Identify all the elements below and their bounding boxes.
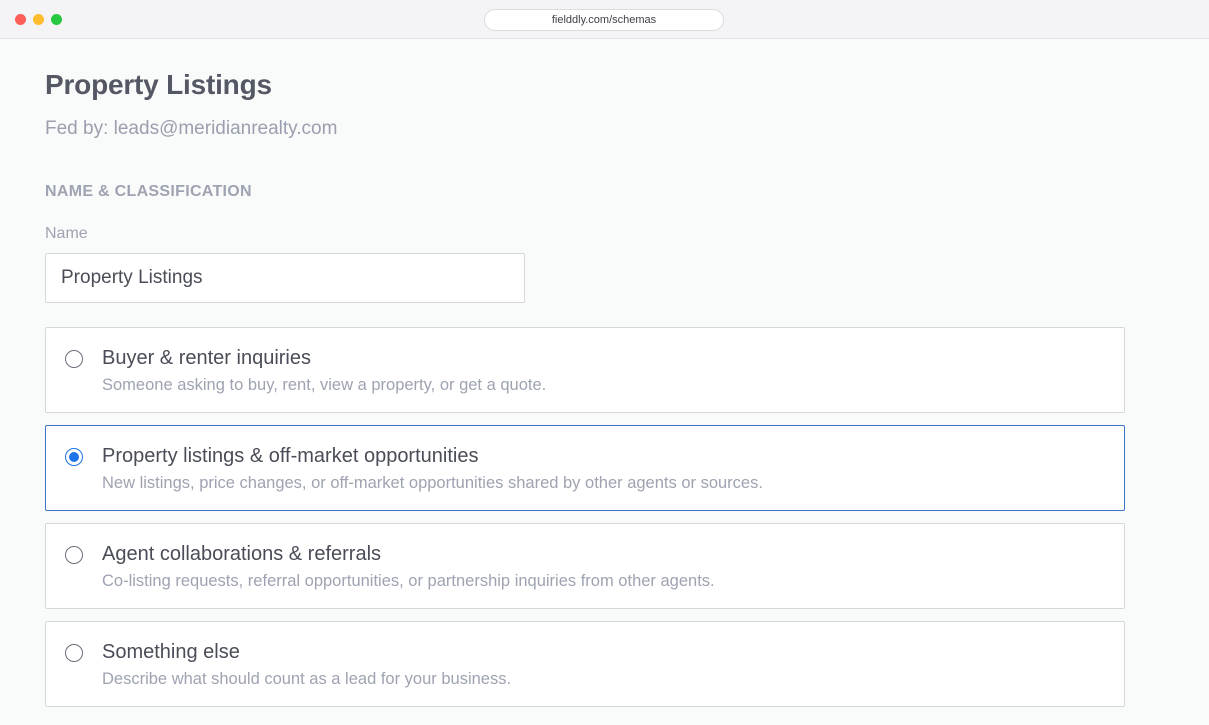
page-subtitle: Fed by: leads@meridianrealty.com xyxy=(45,118,338,139)
option-title: Agent collaborations & referrals xyxy=(102,543,382,565)
section-heading: NAME & CLASSIFICATION xyxy=(45,183,252,200)
radio-button[interactable] xyxy=(65,546,83,564)
option-title: Property listings & off-market opportuni… xyxy=(102,445,479,467)
window-close-button[interactable] xyxy=(15,14,26,25)
page-content: Property Listings Fed by: leads@meridian… xyxy=(0,40,1209,725)
option-title: Something else xyxy=(102,641,240,663)
page-title: Property Listings xyxy=(45,69,272,100)
radio-button[interactable] xyxy=(65,644,83,662)
name-input[interactable] xyxy=(45,253,525,303)
option-buyer-renter-inquiries[interactable]: Buyer & renter inquiries Someone asking … xyxy=(45,327,1125,413)
option-property-listings[interactable]: Property listings & off-market opportuni… xyxy=(45,425,1125,511)
option-something-else[interactable]: Something else Describe what should coun… xyxy=(45,621,1125,707)
option-description: Describe what should count as a lead for… xyxy=(102,670,512,688)
option-description: Someone asking to buy, rent, view a prop… xyxy=(102,376,547,394)
window-zoom-button[interactable] xyxy=(51,14,62,25)
browser-titlebar: fielddly.com/schemas xyxy=(0,0,1209,39)
option-title: Buyer & renter inquiries xyxy=(102,347,311,369)
radio-button[interactable] xyxy=(65,350,83,368)
window-minimize-button[interactable] xyxy=(33,14,44,25)
option-description: Co-listing requests, referral opportunit… xyxy=(102,572,715,590)
address-bar[interactable]: fielddly.com/schemas xyxy=(484,9,724,31)
option-description: New listings, price changes, or off-mark… xyxy=(102,474,763,492)
option-agent-collaborations[interactable]: Agent collaborations & referrals Co-list… xyxy=(45,523,1125,609)
radio-button-selected[interactable] xyxy=(65,448,83,466)
name-field-label: Name xyxy=(45,225,88,242)
